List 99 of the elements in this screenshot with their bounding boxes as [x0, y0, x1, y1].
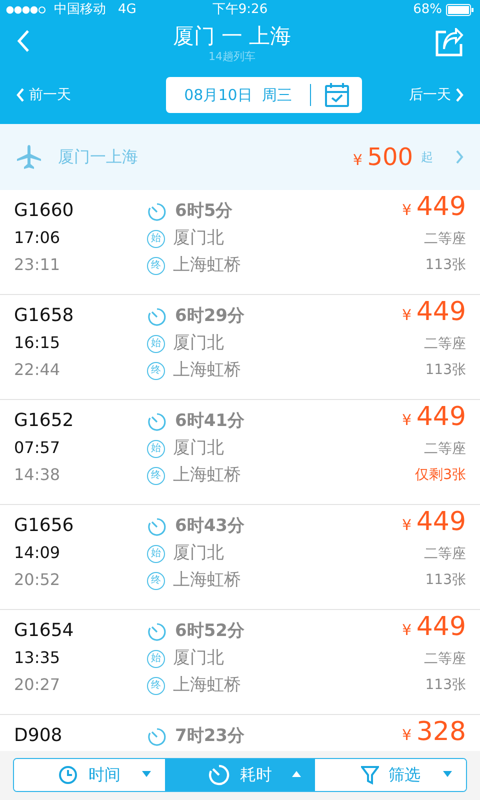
ticket-price: ¥ 449: [402, 298, 466, 329]
seat-class: 二等座: [423, 440, 466, 459]
tickets-left: 113张: [424, 256, 466, 275]
next-day-link[interactable]: 后一天: [409, 84, 464, 106]
train-number: G1660: [14, 199, 75, 223]
origin-station: 厦门北: [173, 542, 224, 565]
price-suffix: 起: [421, 149, 433, 166]
departure-time: 13:35: [14, 647, 62, 669]
timer-icon: [147, 516, 167, 536]
destination-station: 上海虹桥: [173, 254, 241, 277]
travel-duration: 6时5分: [175, 200, 233, 223]
train-row[interactable]: G1658 16:15 22:44 6时29分 始 厦门北 终 上海虹桥 ¥ 449 二等座 113张: [0, 295, 480, 400]
filter-icon: [360, 765, 379, 785]
destination-badge: 终: [147, 676, 165, 694]
travel-duration: 6时52分: [175, 620, 244, 643]
seat-class: 二等座: [423, 545, 466, 564]
seat-class: 二等座: [423, 335, 466, 354]
train-count: 14趟列车: [208, 49, 256, 66]
arrival-time: 20:27: [14, 674, 62, 696]
battery-icon: [446, 4, 474, 16]
timer-icon: [147, 622, 167, 642]
network-type: 4G: [118, 1, 136, 20]
train-number: G1654: [14, 619, 75, 643]
arrival-time: 14:38: [14, 464, 62, 486]
train-row[interactable]: G1652 07:57 14:38 6时41分 始 厦门北 终 上海虹桥 ¥ 449 二等座 仅剩3张: [0, 400, 480, 505]
share-icon: [434, 28, 464, 58]
destination-station: 上海虹桥: [173, 464, 241, 487]
train-number: G1656: [14, 514, 75, 538]
travel-duration: 6时29分: [175, 305, 244, 328]
timer-icon: [147, 726, 167, 746]
flight-route: 厦门一上海: [58, 146, 139, 168]
battery-level: 68%: [413, 1, 442, 20]
route-title: 厦门 一 上海: [172, 23, 292, 50]
seat-class: 二等座: [423, 650, 466, 669]
destination-station: 上海虹桥: [173, 674, 241, 697]
airplane-icon: [16, 144, 42, 170]
ticket-price: ¥ 328: [402, 718, 466, 749]
arrival-time: 20:52: [14, 569, 62, 591]
carrier-name: 中国移动: [54, 1, 106, 20]
origin-badge: 始: [147, 544, 165, 562]
train-row[interactable]: G1656 14:09 20:52 6时43分 始 厦门北 终 上海虹桥 ¥ 449 二等座 113张: [0, 505, 480, 610]
caret-icon: [292, 771, 302, 777]
timer-icon: [147, 202, 167, 222]
arrival-time: 23:11: [14, 254, 62, 276]
travel-duration: 6时41分: [175, 410, 244, 433]
train-number: G1658: [14, 304, 75, 328]
train-number: G1652: [14, 409, 75, 433]
timer-icon: [147, 412, 167, 432]
origin-badge: 始: [147, 230, 165, 248]
flight-price: ¥ 500: [352, 142, 413, 173]
sort-tab[interactable]: 耗时: [164, 759, 316, 791]
origin-station: 厦门北: [173, 437, 224, 460]
train-number: D908: [14, 724, 64, 748]
back-button[interactable]: [16, 28, 30, 53]
destination-badge: 终: [147, 466, 165, 484]
tickets-left: 113张: [424, 361, 466, 380]
departure-time: 16:15: [14, 332, 62, 354]
arrival-time: 22:44: [14, 359, 62, 381]
tickets-left: 仅剩3张: [414, 466, 466, 485]
calendar-icon: [324, 82, 350, 108]
travel-duration: 6时43分: [175, 515, 244, 538]
flight-banner[interactable]: 厦门一上海 ¥ 500 起: [0, 124, 480, 190]
chevron-right-icon: [455, 150, 464, 164]
caret-icon: [443, 771, 452, 777]
origin-station: 厦门北: [173, 647, 224, 670]
ticket-price: ¥ 449: [402, 193, 466, 224]
destination-station: 上海虹桥: [173, 359, 241, 382]
origin-badge: 始: [147, 440, 165, 458]
chevron-left-icon: [16, 88, 25, 102]
travel-duration: 7时23分: [175, 725, 244, 748]
ticket-price: ¥ 449: [402, 508, 466, 539]
destination-badge: 终: [147, 572, 165, 590]
destination-station: 上海虹桥: [173, 569, 241, 592]
train-row[interactable]: G1660 17:06 23:11 6时5分 始 厦门北 终 上海虹桥 ¥ 449 二等座 113张: [0, 190, 480, 295]
date-picker[interactable]: 08月10日 周三: [166, 77, 362, 113]
share-button[interactable]: [434, 28, 464, 58]
origin-station: 厦门北: [173, 332, 224, 355]
destination-badge: 终: [147, 362, 165, 380]
origin-badge: 始: [147, 334, 165, 352]
origin-badge: 始: [147, 650, 165, 668]
timer-icon: [208, 764, 230, 786]
tickets-left: 113张: [424, 571, 466, 590]
departure-time: 14:09: [14, 542, 62, 564]
prev-day-link[interactable]: 前一天: [16, 84, 71, 106]
timer-icon: [147, 306, 167, 326]
chevron-right-icon: [455, 88, 464, 102]
train-row[interactable]: G1654 13:35 20:27 6时52分 始 厦门北 终 上海虹桥 ¥ 449 二等座 113张: [0, 610, 480, 715]
ticket-price: ¥ 449: [402, 403, 466, 434]
status-time: 下午9:26: [211, 1, 269, 20]
back-icon: [16, 28, 30, 53]
departure-time: 07:57: [14, 437, 62, 459]
origin-station: 厦门北: [173, 227, 224, 250]
caret-icon: [142, 771, 151, 777]
departure-time: 17:06: [14, 227, 62, 249]
clock-icon: [58, 765, 78, 785]
ticket-price: ¥ 449: [402, 613, 466, 644]
seat-class: 二等座: [423, 230, 466, 249]
tickets-left: 113张: [424, 676, 466, 695]
destination-badge: 终: [147, 256, 165, 274]
